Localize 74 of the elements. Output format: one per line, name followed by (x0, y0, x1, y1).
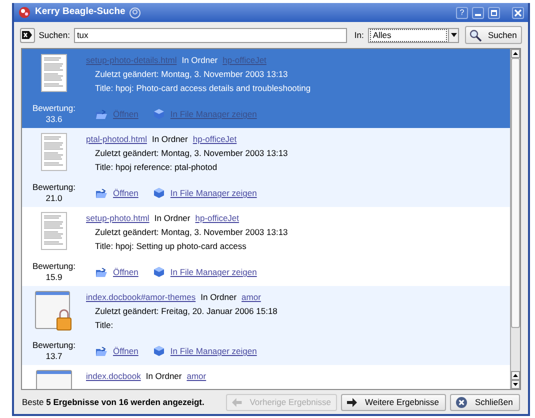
help-button[interactable]: ? (456, 6, 468, 18)
right-arrow-icon (347, 398, 357, 406)
rating-label: Bewertung: (32, 261, 76, 271)
cube-icon (154, 267, 164, 278)
search-field[interactable]: tux (74, 28, 348, 42)
open-link[interactable]: Öffnen (113, 187, 138, 200)
rating-label: Bewertung: (32, 182, 76, 192)
scrollbar-thumb[interactable] (511, 58, 520, 328)
cube-icon (154, 188, 164, 198)
modified-date: Zuletzt geändert: Freitag, 20. Januar 2006 15:18 (95, 306, 278, 317)
open-folder-icon (96, 188, 107, 198)
left-arrow-icon (232, 398, 242, 406)
folder-link[interactable]: hp-officeJet (192, 133, 237, 145)
folder-link[interactable]: amor (186, 370, 206, 382)
close-button[interactable] (512, 6, 524, 18)
show-in-file-manager-link[interactable]: In File Manager zeigen (170, 345, 257, 358)
cube-icon (154, 346, 164, 356)
next-results-button[interactable]: Weitere Ergebnisse (341, 394, 446, 410)
rating-value: 21.0 (46, 193, 62, 203)
folder-prefix: In Ordner (200, 291, 237, 303)
open-folder-icon (96, 268, 107, 277)
file-link[interactable]: setup-photo.html (86, 212, 150, 224)
document-thumbnail (41, 212, 67, 250)
scroll-up-button[interactable] (511, 49, 520, 58)
maximize-button[interactable] (488, 6, 500, 18)
show-in-file-manager-link[interactable]: In File Manager zeigen (170, 266, 257, 279)
folder-link[interactable]: amor (242, 291, 261, 303)
document-title: Title: hpoj: Setting up photo-card access (95, 241, 248, 252)
file-link[interactable]: index.docbook (86, 370, 141, 382)
window-title: Kerry Beagle-Suche (35, 5, 126, 20)
down-arrow-icon (513, 383, 518, 386)
close-icon (456, 396, 467, 408)
folder-prefix: In Ordner (146, 370, 182, 382)
modified-date: Zuletzt geändert: Montag, 3. November 2003 13:13 (95, 148, 289, 159)
search-icon (469, 28, 482, 42)
scope-label: In: (354, 28, 364, 42)
open-link[interactable]: Öffnen (113, 345, 138, 358)
show-in-file-manager-link[interactable]: In File Manager zeigen (170, 187, 257, 200)
open-link[interactable]: Öffnen (113, 266, 138, 279)
close-dialog-button[interactable]: Schließen (450, 394, 520, 410)
locked-document-thumbnail (35, 291, 73, 331)
rating-value: 15.9 (46, 272, 62, 282)
file-link[interactable]: ptal-photod.html (86, 133, 147, 145)
document-title: Title: hpoj: Photo-card access details and troubleshooting (95, 83, 312, 94)
folder-prefix: In Ordner (154, 212, 190, 224)
folder-prefix: In Ordner (152, 133, 188, 145)
scrollbar[interactable] (510, 49, 520, 389)
open-folder-icon (96, 346, 107, 356)
rating-value: 33.6 (46, 114, 62, 124)
rating-label: Bewertung: (32, 340, 76, 350)
scope-dropdown[interactable]: Alles (368, 28, 460, 42)
open-folder-icon (96, 110, 107, 119)
scroll-up-button[interactable] (511, 371, 520, 380)
folder-link[interactable]: hp-officeJet (195, 212, 240, 224)
scroll-down-button[interactable] (511, 380, 520, 389)
file-link[interactable]: index.docbook#amor-themes (86, 291, 196, 303)
rating-value: 13.7 (46, 351, 62, 361)
search-button[interactable]: Suchen (465, 26, 522, 44)
status-text: Beste 5 Ergebnisse von 16 werden angezeigt. (22, 396, 206, 408)
clear-button[interactable] (20, 28, 35, 42)
search-label: Suchen: (38, 28, 70, 42)
document-thumbnail (41, 133, 67, 171)
document-thumbnail (41, 54, 67, 92)
up-arrow-icon (513, 374, 518, 377)
folder-prefix: In Ordner (182, 54, 218, 66)
document-title: Title: (95, 320, 114, 331)
up-arrow-icon (513, 52, 518, 55)
rating-label: Bewertung: (32, 103, 76, 113)
document-title: Title: hpoj reference: ptal-photod (95, 162, 218, 173)
minimize-button[interactable] (472, 6, 484, 18)
cube-icon (154, 109, 164, 120)
caret-icon (450, 33, 457, 37)
modified-date: Zuletzt geändert: Montag, 3. November 2003 13:13 (95, 227, 289, 238)
modified-date: Zuletzt geändert: Montag, 3. November 2003 13:13 (95, 69, 289, 80)
